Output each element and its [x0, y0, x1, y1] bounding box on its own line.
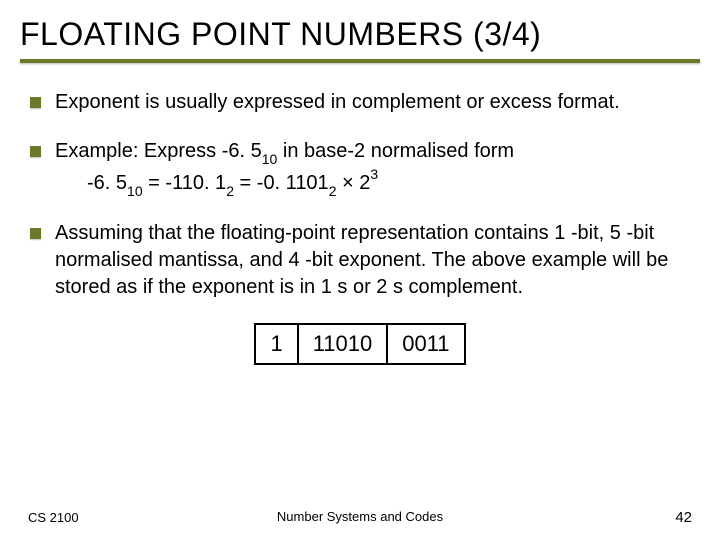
- footer-left: CS 2100: [28, 510, 79, 525]
- text-fragment: × 2: [336, 172, 370, 194]
- title-block: FLOATING POINT NUMBERS (3/4): [0, 0, 720, 71]
- bullet-item: Example: Express -6. 510 in base-2 norma…: [30, 138, 690, 198]
- indented-line: -6. 510 = -110. 12 = -0. 11012 × 23: [55, 172, 378, 194]
- square-bullet-icon: [30, 146, 41, 157]
- sign-bit-cell: 1: [255, 324, 297, 364]
- text-fragment: = -0. 1101: [234, 172, 329, 194]
- subscript: 10: [262, 151, 278, 167]
- text-fragment: Example: Express -6. 5: [55, 140, 262, 162]
- slide-body: Exponent is usually expressed in complem…: [0, 71, 720, 365]
- slide: FLOATING POINT NUMBERS (3/4) Exponent is…: [0, 0, 720, 540]
- subscript: 2: [226, 183, 234, 199]
- exponent-cell: 0011: [387, 324, 464, 364]
- slide-footer: CS 2100 Number Systems and Codes 42: [0, 509, 720, 526]
- square-bullet-icon: [30, 228, 41, 239]
- bullet-text: Example: Express -6. 510 in base-2 norma…: [55, 138, 690, 198]
- title-underline: [20, 59, 700, 63]
- bit-representation-table: 1 11010 0011: [30, 323, 690, 365]
- bullet-text: Assuming that the floating-point represe…: [55, 220, 690, 301]
- mantissa-cell: 11010: [298, 324, 388, 364]
- subscript: 2: [329, 183, 337, 199]
- slide-title: FLOATING POINT NUMBERS (3/4): [20, 16, 700, 57]
- subscript: 10: [127, 183, 143, 199]
- superscript: 3: [370, 166, 378, 182]
- text-fragment: -6. 5: [87, 172, 127, 194]
- text-fragment: = -110. 1: [143, 172, 227, 194]
- footer-center: Number Systems and Codes: [277, 509, 443, 524]
- bullet-text: Exponent is usually expressed in complem…: [55, 89, 690, 116]
- slide-number: 42: [675, 509, 692, 526]
- text-fragment: in base-2 normalised form: [277, 140, 514, 162]
- square-bullet-icon: [30, 97, 41, 108]
- bullet-item: Assuming that the floating-point represe…: [30, 220, 690, 301]
- bullet-item: Exponent is usually expressed in complem…: [30, 89, 690, 116]
